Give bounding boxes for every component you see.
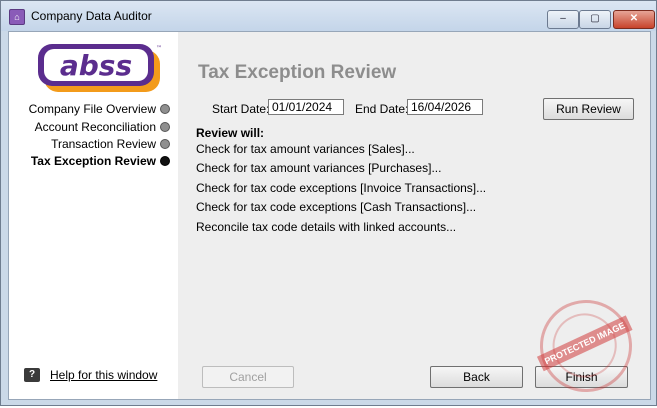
review-title: Review will:	[196, 126, 265, 140]
check-item: Check for tax amount variances [Purchase…	[196, 161, 442, 175]
title-bar[interactable]: ⌂ Company Data Auditor ‒ ▢ ✕	[1, 1, 656, 31]
sidebar-item-account-reconciliation[interactable]: Account Reconciliation	[35, 119, 170, 135]
run-review-label: Run Review	[556, 102, 621, 116]
step-dot-icon	[160, 139, 170, 149]
back-button[interactable]: Back	[430, 366, 523, 388]
sidebar-item-transaction-review[interactable]: Transaction Review	[51, 136, 170, 152]
cancel-button[interactable]: Cancel	[202, 366, 294, 388]
sidebar-item-label: Company File Overview	[28, 102, 156, 116]
sidebar-item-label: Tax Exception Review	[30, 154, 156, 168]
step-dot-icon	[160, 104, 170, 114]
help-link[interactable]: Help for this window	[50, 368, 157, 382]
help-section: ? Help for this window	[24, 368, 157, 382]
minimize-button[interactable]: ‒	[547, 10, 579, 29]
logo-trademark: ™	[156, 45, 161, 52]
sidebar-item-label: Account Reconciliation	[34, 120, 156, 134]
app-icon: ⌂	[9, 9, 25, 25]
window-title: Company Data Auditor	[31, 9, 152, 23]
end-date-input[interactable]	[407, 99, 483, 115]
check-item: Reconcile tax code details with linked a…	[196, 220, 457, 234]
sidebar-item-company-file-overview[interactable]: Company File Overview	[29, 101, 170, 117]
end-date-label: End Date:	[355, 102, 409, 116]
close-button[interactable]: ✕	[613, 10, 655, 29]
step-dot-icon	[160, 122, 170, 132]
check-item: Check for tax code exceptions [Cash Tran…	[196, 200, 477, 214]
help-icon: ?	[24, 368, 40, 382]
start-date-input[interactable]	[268, 99, 344, 115]
abss-logo: abss ™	[38, 44, 161, 92]
maximize-button[interactable]: ▢	[579, 10, 611, 29]
page-title: Tax Exception Review	[198, 62, 397, 83]
sidebar-item-tax-exception-review[interactable]: Tax Exception Review	[31, 153, 170, 169]
run-review-button[interactable]: Run Review	[543, 98, 634, 120]
back-label: Back	[463, 370, 490, 384]
sidebar: abss ™ Company File Overview Account Rec…	[9, 32, 178, 399]
logo-text: abss	[60, 49, 132, 82]
check-item: Check for tax code exceptions [Invoice T…	[196, 181, 487, 195]
start-date-label: Start Date:	[212, 102, 270, 116]
sidebar-item-label: Transaction Review	[51, 137, 156, 151]
cancel-label: Cancel	[229, 370, 267, 384]
check-item: Check for tax amount variances [Sales]..…	[196, 142, 415, 156]
step-dot-active-icon	[160, 156, 170, 166]
